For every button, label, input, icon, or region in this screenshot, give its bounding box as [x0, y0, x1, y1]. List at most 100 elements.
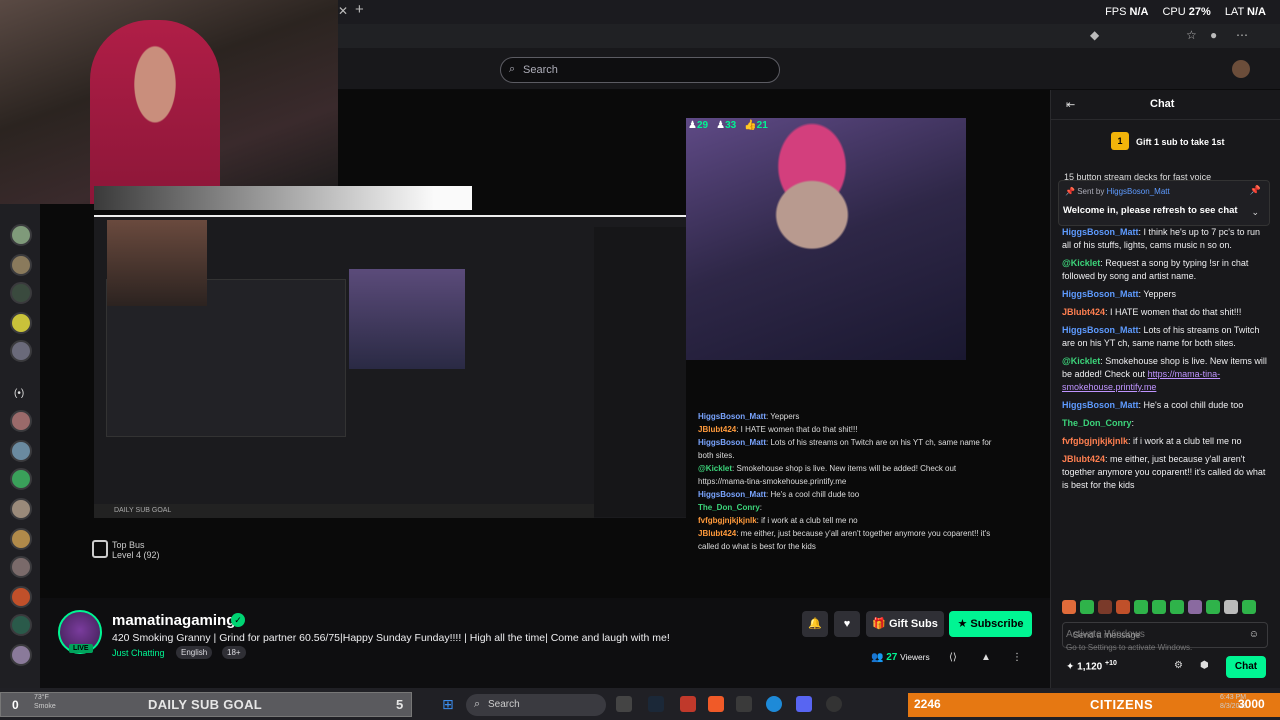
file-explorer-icon[interactable] — [616, 696, 632, 712]
chat-message: HiggsBoson_Matt: I think he's up to 7 pc… — [1062, 227, 1261, 250]
citizens-label: CITIZENS — [1090, 697, 1154, 712]
sidebar-channel-avatar[interactable] — [10, 312, 32, 334]
sidebar-channel-avatar[interactable] — [10, 586, 32, 608]
overlay-chat-line: HiggsBoson_Matt: He's a cool chill dude … — [698, 490, 860, 499]
overlay-chat-line: JBlubt424: me either, just because y'all… — [698, 529, 991, 551]
chevron-down-icon[interactable]: ⌄ — [1251, 207, 1259, 218]
viewer-count: ♟29 — [688, 120, 709, 131]
guest-webcam — [686, 118, 966, 360]
emote-icon[interactable] — [1170, 600, 1184, 614]
user-avatar[interactable] — [1232, 60, 1250, 78]
viewer-counts-overlay: ♟29 ♟33 👍21 — [686, 118, 770, 133]
search-input[interactable]: ⌕ Search — [500, 57, 780, 83]
steam-icon[interactable] — [648, 696, 664, 712]
windows-start-icon[interactable]: ⊞ — [442, 696, 454, 713]
chat-message: HiggsBoson_Matt: He's a cool chill dude … — [1062, 400, 1244, 410]
collapse-chat-icon[interactable]: ⇤ — [1066, 98, 1075, 111]
live-badge: LIVE — [69, 644, 93, 653]
overlay-chat-line: The_Don_Conry: — [698, 503, 763, 512]
emote-icon[interactable] — [1242, 600, 1256, 614]
bus-icon — [92, 540, 108, 558]
extensions-icon[interactable]: ⬢ — [1200, 660, 1209, 671]
app-icon[interactable] — [736, 696, 752, 712]
viewer-count: ♟33 — [716, 120, 737, 131]
sidebar-channel-avatar[interactable] — [10, 556, 32, 578]
emote-icon[interactable] — [1188, 600, 1202, 614]
verified-icon: ✓ — [231, 613, 245, 627]
gift-subs-button[interactable]: 🎁 Gift Subs — [866, 611, 944, 637]
tag-18plus[interactable]: 18+ — [222, 646, 246, 659]
search-placeholder: Search — [523, 64, 558, 76]
sidebar-channel-avatar[interactable] — [10, 282, 32, 304]
citizens-target: 3000 — [1238, 697, 1265, 711]
emote-icon[interactable] — [1134, 600, 1148, 614]
channel-points[interactable]: ✦ 1,120 +10 — [1066, 660, 1117, 672]
edge-icon[interactable] — [766, 696, 782, 712]
sidebar-channel-avatar[interactable] — [10, 528, 32, 550]
sidebar-channel-avatar[interactable] — [10, 410, 32, 432]
overlay-chat-line: fvfgbgjnjkjkjnlk: if i work at a club te… — [698, 516, 858, 525]
channel-name[interactable]: mamatinagaming — [112, 612, 235, 629]
goal-current-value: 0 — [12, 698, 19, 712]
sidebar-channel-avatar[interactable] — [10, 254, 32, 276]
more-options-icon[interactable]: ⋮ — [1012, 652, 1022, 663]
chat-message: HiggsBoson_Matt: Yeppers — [1062, 289, 1177, 299]
gift-leaderboard-label[interactable]: Gift 1 sub to take 1st — [1136, 137, 1225, 147]
send-chat-button[interactable]: Chat — [1226, 656, 1266, 678]
pinned-sent-by: 📌 Sent by HiggsBoson_Matt — [1065, 187, 1170, 196]
brave-icon[interactable] — [708, 696, 724, 712]
tag-icon[interactable]: ◆ — [1090, 28, 1099, 42]
overlay-chat-line: HiggsBoson_Matt: Lots of his streams on … — [698, 438, 992, 460]
more-icon[interactable]: ⋯ — [1236, 28, 1248, 42]
tag-english[interactable]: English — [176, 646, 213, 659]
webcam-progress-bar — [94, 186, 472, 210]
sidebar-channel-avatar[interactable] — [10, 468, 32, 490]
sidebar-channel-avatar[interactable] — [10, 644, 32, 666]
sidebar-channel-avatar[interactable] — [10, 440, 32, 462]
settings-gear-icon[interactable]: ⚙ — [1174, 660, 1183, 671]
chat-message: JBlubt424: I HATE women that do that shi… — [1062, 307, 1242, 317]
search-icon: ⌕ — [509, 63, 516, 75]
emote-icon[interactable] — [1080, 600, 1094, 614]
chat-message: fvfgbgjnjkjkjnlk: if i work at a club te… — [1062, 436, 1242, 446]
emoji-icon[interactable]: ☺ — [1249, 629, 1259, 640]
daily-sub-goal-target: 5 — [396, 697, 404, 712]
new-tab-icon[interactable]: + — [355, 1, 364, 18]
chat-message: @Kicklet: Smokehouse shop is live. New i… — [1062, 356, 1267, 392]
close-tab-icon[interactable]: ✕ — [338, 4, 348, 18]
emote-icon[interactable] — [1062, 600, 1076, 614]
follow-heart-icon[interactable]: ♥ — [834, 611, 860, 637]
recommended-icon: (•) — [14, 388, 25, 399]
performance-overlay: FPS N/A CPU 27% LAT N/A — [1105, 6, 1266, 18]
category-link[interactable]: Just Chatting — [112, 648, 165, 658]
stream-title: 420 Smoking Granny | Grind for partner 6… — [112, 632, 670, 644]
citizens-current: 2246 — [914, 697, 941, 711]
top-bus-widget: Top Bus Level 4 (92) — [92, 540, 160, 560]
adobe-icon[interactable] — [680, 696, 696, 712]
emote-icon[interactable] — [1224, 600, 1238, 614]
profile-icon[interactable]: ● — [1210, 28, 1217, 42]
overlay-chat-line: JBlubt424: I HATE women that do that shi… — [698, 425, 858, 434]
notifications-bell-icon[interactable]: 🔔 — [802, 611, 828, 637]
sidebar-channel-avatar[interactable] — [10, 340, 32, 362]
emote-icon[interactable] — [1098, 600, 1112, 614]
share-icon[interactable]: ⟨⟩ — [949, 652, 957, 663]
pin-icon[interactable]: 📌 — [1250, 185, 1261, 196]
daily-sub-goal-label: DAILY SUB GOAL — [148, 697, 262, 712]
chat-message-list: HiggsBoson_Matt: I think he's up to 7 pc… — [1062, 226, 1268, 497]
sidebar-channel-avatar[interactable] — [10, 614, 32, 636]
pinned-message: 📌 Sent by HiggsBoson_Matt Welcome in, pl… — [1058, 180, 1270, 226]
sidebar-channel-avatar[interactable] — [10, 498, 32, 520]
discord-icon[interactable] — [796, 696, 812, 712]
cpu-readout: CPU 27% — [1162, 6, 1211, 18]
sidebar-channel-avatar[interactable] — [10, 224, 32, 246]
obs-icon[interactable] — [826, 696, 842, 712]
emote-icon[interactable] — [1152, 600, 1166, 614]
favorites-icon[interactable]: ☆ — [1186, 28, 1197, 42]
subscribe-button[interactable]: ★ Subscribe — [949, 611, 1032, 637]
emote-icon[interactable] — [1206, 600, 1220, 614]
emote-icon[interactable] — [1116, 600, 1130, 614]
report-icon[interactable]: ▲ — [981, 652, 991, 663]
taskbar-search[interactable]: ⌕ Search — [466, 694, 606, 716]
weather-widget[interactable]: 73°F Smoke — [34, 693, 56, 711]
